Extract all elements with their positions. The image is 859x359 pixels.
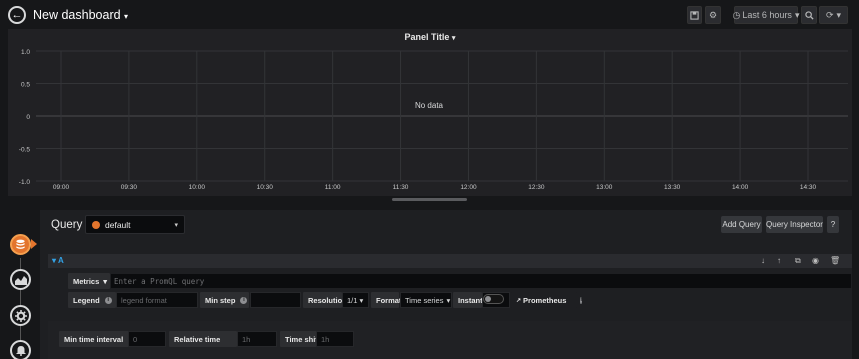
x-tick-label: 13:30 — [664, 184, 681, 191]
query-label: Query — [51, 219, 83, 231]
info-icon[interactable]: i — [580, 296, 583, 304]
save-icon[interactable] — [687, 6, 702, 24]
promql-placeholder: Enter a PromQL query — [114, 277, 205, 286]
query-ref-label[interactable]: ▾ A — [52, 256, 64, 265]
relative-time-input[interactable]: 1h — [237, 331, 277, 347]
x-tick-label: 10:30 — [257, 184, 274, 191]
chevron-down-icon: ▾ — [359, 295, 364, 305]
no-data-message: No data — [415, 101, 444, 110]
min-time-interval-input[interactable]: 0 — [128, 331, 166, 347]
clock-icon: ◷ — [732, 9, 741, 20]
min-time-interval-text: Min time interval — [64, 334, 124, 344]
legend-label: Legend i — [68, 292, 116, 308]
min-step-label-text: Min step — [205, 295, 236, 305]
time-range-label: Last 6 hours — [742, 10, 792, 20]
resolution-select[interactable]: 1/1 ▾ — [342, 292, 369, 308]
query-a-header[interactable] — [48, 254, 852, 268]
panel-title-text: Panel Title — [404, 32, 450, 42]
time-shift-input[interactable]: 1h — [316, 331, 354, 347]
chevron-down-icon: ▾ — [174, 221, 178, 229]
chevron-down-icon: ▾ — [794, 9, 800, 20]
info-icon[interactable]: i — [240, 296, 248, 304]
add-query-button[interactable]: Add Query — [721, 216, 762, 233]
graph-panel: 1.0 0.5 0 -0.5 -1.0 09:00 09:30 10:00 10:30 11:00… — [8, 29, 852, 196]
y-tick-label: 1.0 — [21, 49, 30, 56]
dashboard-title[interactable]: New dashboard ▾ — [33, 8, 128, 22]
active-step-arrow — [31, 239, 37, 249]
x-tick-label: 12:00 — [460, 184, 477, 191]
back-arrow-icon[interactable]: ← — [8, 6, 26, 24]
prometheus-link-text: Prometheus — [523, 295, 567, 305]
relative-time-label: Relative time — [169, 331, 237, 347]
instant-toggle[interactable] — [483, 294, 504, 304]
x-tick-label: 11:00 — [325, 184, 341, 191]
x-tick-label: 14:00 — [732, 184, 749, 191]
trash-icon[interactable]: 🗑 — [830, 256, 840, 265]
promql-query-input[interactable] — [110, 273, 852, 289]
legend-format-input[interactable]: legend format — [116, 292, 198, 308]
min-time-interval-label: Min time intervali — [59, 331, 130, 347]
panel-resize-handle[interactable] — [392, 198, 467, 201]
info-icon[interactable]: i — [104, 296, 112, 304]
time-shift-label: Time shift — [280, 331, 320, 347]
refresh-icon: ⟳ — [825, 9, 834, 20]
x-tick-label: 10:00 — [189, 184, 206, 191]
graph-chart: 1.0 0.5 0 -0.5 -1.0 09:00 09:30 10:00 10:30 11:00… — [19, 49, 848, 191]
metrics-label: Metrics — [73, 276, 100, 286]
format-label: Format — [371, 292, 401, 308]
help-button[interactable]: ? — [827, 216, 839, 233]
top-navbar: ← New dashboard ▾ ⚙ ◷ Last 6 hours ▾ ⟳ ▾ — [0, 0, 859, 30]
panel-title[interactable]: Panel Title ▾ — [8, 32, 852, 42]
chevron-down-icon: ▾ — [52, 256, 57, 265]
gear-icon[interactable]: ⚙ — [705, 6, 721, 24]
y-tick-label: -0.5 — [19, 147, 31, 154]
datasource-name: default — [105, 219, 131, 230]
x-tick-label: 13:00 — [596, 184, 613, 191]
datasource-select[interactable]: default ▾ — [85, 215, 185, 234]
y-tick-label: 0 — [26, 114, 30, 121]
x-tick-label: 09:30 — [121, 184, 138, 191]
format-select[interactable]: Time series ▾ — [400, 292, 452, 308]
x-tick-label: 14:30 — [800, 184, 817, 191]
legend-label-text: Legend — [73, 295, 100, 305]
y-tick-label: 0.5 — [21, 82, 30, 89]
eye-icon[interactable]: ◉ — [812, 256, 819, 265]
x-tick-label: 11:30 — [393, 184, 409, 191]
chevron-down-icon: ▾ — [124, 12, 129, 21]
query-inspector-button[interactable]: Query Inspector — [766, 216, 823, 233]
resolution-label: Resolution — [303, 292, 347, 308]
chevron-down-icon: ▾ — [103, 276, 108, 286]
settings-icon[interactable] — [10, 305, 31, 326]
visualization-icon[interactable] — [10, 269, 31, 290]
database-icon[interactable] — [10, 234, 31, 255]
alert-bell-icon[interactable] — [10, 340, 31, 359]
refresh-button[interactable]: ⟳ ▾ — [819, 6, 848, 24]
chevron-down-icon: ▾ — [451, 35, 456, 42]
metrics-dropdown[interactable]: Metrics ▾ — [68, 273, 110, 289]
zoom-icon[interactable] — [801, 6, 817, 24]
resolution-value: 1/1 — [347, 295, 358, 305]
prometheus-help-link[interactable]: ↗ Prometheus i — [511, 292, 583, 308]
chevron-down-icon: ▾ — [836, 9, 842, 20]
chevron-down-icon: ▾ — [446, 295, 451, 305]
prometheus-logo-icon — [92, 220, 100, 229]
x-tick-label: 09:00 — [53, 184, 70, 191]
move-up-icon[interactable]: ↑ — [777, 256, 781, 265]
dashboard-title-text: New dashboard — [33, 8, 121, 22]
min-step-label: Min step i — [200, 292, 249, 308]
y-tick-label: -1.0 — [19, 179, 31, 186]
duplicate-icon[interactable]: ⧉ — [795, 256, 801, 266]
external-link-icon: ↗ — [516, 297, 522, 304]
move-down-icon[interactable]: ↓ — [761, 256, 765, 265]
toggle-knob — [485, 296, 491, 302]
x-tick-label: 12:30 — [528, 184, 545, 191]
instant-label: Instant — [453, 292, 483, 308]
min-step-input[interactable] — [250, 292, 301, 308]
query-ref-text: A — [57, 256, 64, 265]
time-picker-button[interactable]: ◷ Last 6 hours ▾ — [732, 6, 800, 24]
format-value: Time series — [405, 295, 444, 305]
